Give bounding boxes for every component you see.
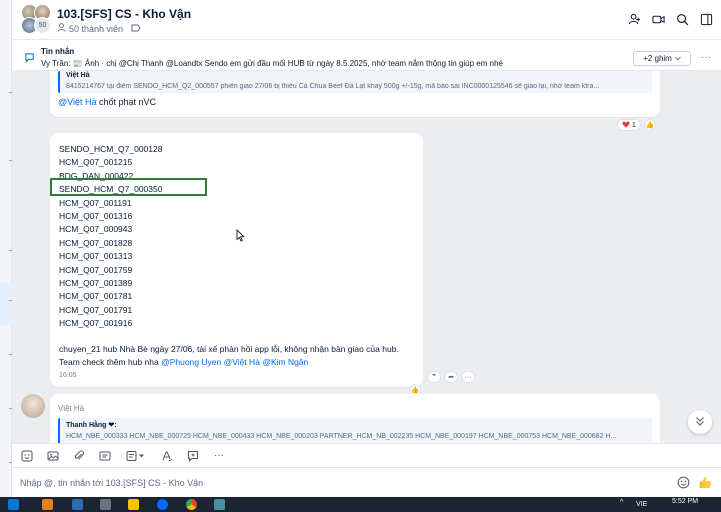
message-list[interactable]: Việt Hà 8415214767 tại điểm SENDO_HCM_Q2… [12,71,721,443]
clock[interactable]: 5:52 PM [672,498,698,505]
message-note: chuyen_21 hub Nhà Bè ngày 27/06, tài xế … [59,343,399,369]
quote-author: Việt Hà [66,72,90,79]
hub-code-line: HCM_Q07_001191 [59,197,132,208]
mention-link[interactable]: @Kim Ngân [262,357,308,367]
message-bubble[interactable]: Việt Hà 8415214767 tại điểm SENDO_HCM_Q2… [50,71,660,117]
screenshot-icon[interactable] [98,449,112,463]
message-composer [12,467,721,497]
group-title[interactable]: 103.[SFS] CS - Kho Vận [57,7,191,21]
quoted-message[interactable]: Thanh Hằng ❤: HCM_NBE_000333 HCM_NBE_000… [58,418,652,443]
user-icon [57,23,66,34]
quote-text: HCM_NBE_000333 HCM_NBE_000725 HCM_NBE_00… [66,433,617,440]
scroll-to-bottom-button[interactable] [688,410,712,434]
message-bubble[interactable]: SENDO_HCM_Q7_000128 HCM_Q07_001215 BDG_DAN… [50,133,423,387]
quote-author: Thanh Hằng ❤: [66,422,117,429]
hub-code-line: SENDO_HCM_Q7_000128 [59,144,163,154]
selected-conversation-indicator [0,282,12,326]
mention-link[interactable]: @Việt Hà [58,97,97,107]
chat-bubble-icon [24,52,35,65]
taskbar-app-icon[interactable] [42,499,53,510]
note-line: Team check thêm hub nha @Phuong Uyen @Vi… [59,356,399,369]
message-time: 16:05 [59,372,77,379]
mention-link[interactable]: @Việt Hà [224,357,260,367]
tray-chevron-icon[interactable]: ^ [620,499,623,506]
mouse-cursor-icon [236,229,245,244]
message-input[interactable] [20,476,620,490]
card-message-icon[interactable] [124,449,148,463]
more-pins-button[interactable]: +2 ghim [633,51,691,66]
quoted-message[interactable]: Việt Hà 8415214767 tại điểm SENDO_HCM_Q2… [58,71,652,93]
hub-code-line: HCM_Q07_001759 [59,264,133,275]
image-icon[interactable] [46,449,60,463]
taskbar-app-icon[interactable] [100,499,111,510]
chrome-app-icon[interactable] [186,499,197,510]
pinned-title: Tin nhắn [41,47,75,56]
attachment-icon[interactable] [72,449,86,463]
member-info[interactable]: 50 thành viên [57,23,141,34]
emoji-icon[interactable] [677,476,691,490]
quote-text: 8415214767 tại điểm SENDO_HCM_Q2_000557 … [66,83,600,90]
hub-code-line: HCM_Q07_001916 [59,318,133,329]
double-chevron-down-icon [694,415,706,429]
thumbs-up-icon[interactable] [698,475,714,491]
start-icon[interactable] [8,499,19,510]
note-prefix: Team check thêm hub nha [59,357,162,367]
group-avatar[interactable]: 50 [21,4,51,34]
taskbar-app-icon[interactable] [128,499,139,510]
zalo-app-icon[interactable] [157,499,168,510]
taskbar-app-icon[interactable] [214,499,225,510]
sticker-icon[interactable] [20,449,34,463]
sidebar-toggle-icon[interactable] [699,12,713,26]
hub-code-list: SENDO_HCM_Q7_000128 HCM_Q07_001215 BDG_DAN… [59,143,162,330]
message-author: Việt Hà [58,404,85,413]
hub-code-line: HCM_Q07_001316 [59,210,133,221]
message-actions: ❞ ➦ ··· [427,371,475,383]
forward-icon[interactable]: ➦ [444,371,458,383]
os-taskbar: ^ VIE 5:52 PM [0,497,721,512]
note-line: chuyen_21 hub Nhà Bè ngày 27/06, tài xế … [59,344,399,354]
hub-code-line: HCM_Q07_000943 [59,224,133,235]
quote-reply-icon[interactable]: ❞ [427,371,441,383]
highlight-annotation [50,178,207,196]
heart-icon [622,121,630,130]
video-call-icon[interactable] [651,12,665,26]
quick-message-icon[interactable] [186,449,200,463]
chevron-down-icon [675,54,681,63]
hub-code-line: HCM_Q07_001215 [59,157,133,168]
member-count-badge: 50 [34,17,51,34]
more-options-icon[interactable]: ··· [212,449,226,463]
message-text: @Việt Hà chốt phạt nVC [58,97,156,107]
add-member-icon[interactable] [627,12,641,26]
tag-icon[interactable] [131,24,141,34]
message-body: chốt phạt nVC [96,97,157,107]
heart-reaction[interactable]: 1 [617,119,641,131]
hub-code-line: HCM_Q07_001389 [59,277,133,288]
avatar[interactable] [21,394,45,418]
hub-code-line: HCM_Q07_001828 [59,237,133,248]
chat-header: 50 103.[SFS] CS - Kho Vận 50 thành viên [12,0,721,40]
message-bubble[interactable]: Việt Hà Thanh Hằng ❤: HCM_NBE_000333 HCM… [50,394,660,443]
hub-code-line: HCM_Q07_001791 [59,304,133,315]
composer-toolbar: ··· [12,443,721,467]
left-panel-edge [0,0,12,497]
more-options-icon[interactable]: ··· [461,371,475,383]
mention-link[interactable]: @Phuong Uyen [161,357,221,367]
taskbar-app-icon[interactable] [72,499,83,510]
reaction-count: 1 [632,121,636,129]
hub-code-line: HCM_Q07_001781 [59,291,133,302]
like-reaction-icon[interactable]: 👍 [644,119,656,131]
member-count-text: 50 thành viên [69,23,124,34]
pinned-message-bar[interactable]: Tin nhắn Vy Trần: 📰 Ảnh · chị @Chị Thanh… [15,45,721,71]
more-pins-label: +2 ghim [643,54,672,63]
hub-code-line: HCM_Q07_001313 [59,251,133,262]
more-options-icon[interactable]: ··· [701,52,711,63]
language-indicator[interactable]: VIE [636,501,647,508]
pinned-text: Vy Trần: 📰 Ảnh · chị @Chị Thanh @Loandtx… [41,59,503,68]
text-format-icon[interactable] [160,449,174,463]
search-icon[interactable] [675,12,689,26]
